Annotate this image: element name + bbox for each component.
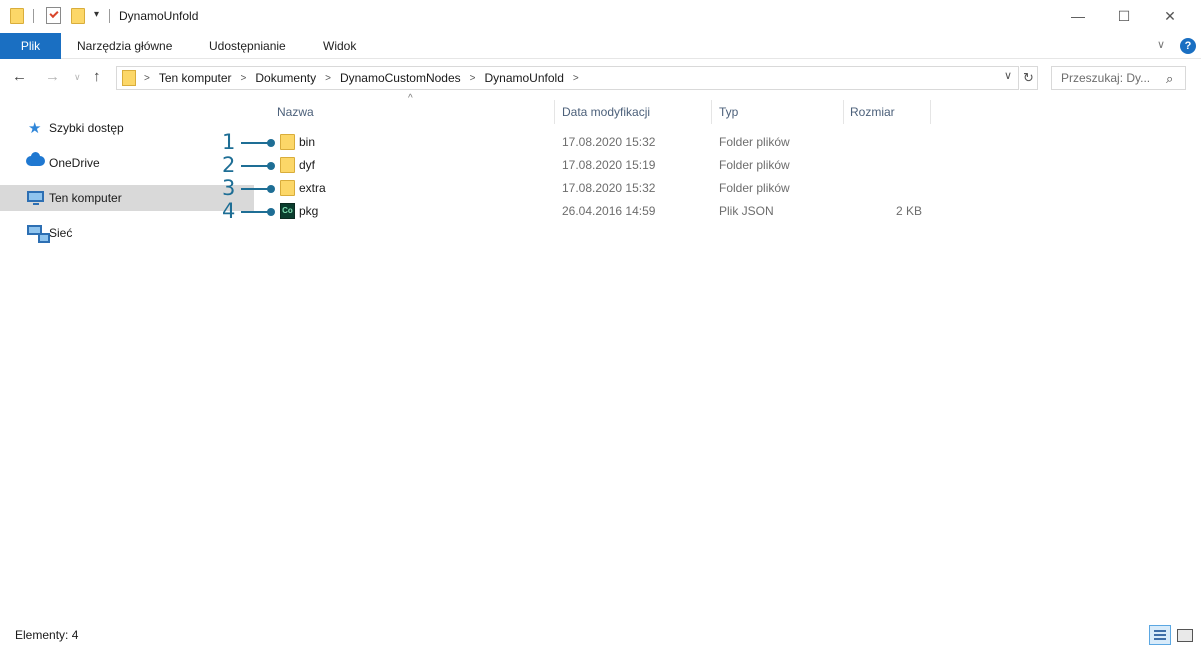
- column-header-type[interactable]: Typ: [719, 100, 738, 124]
- sort-up-icon: ^: [408, 93, 413, 104]
- file-name: bin: [299, 135, 316, 149]
- nav-item-label: Ten komputer: [49, 191, 122, 205]
- separator: [33, 9, 34, 23]
- column-divider[interactable]: [843, 100, 844, 124]
- file-type: Folder plików: [719, 181, 790, 195]
- back-arrow-icon[interactable]: ←: [12, 68, 27, 85]
- cloud-icon: [26, 152, 45, 166]
- nav-item-this-pc[interactable]: Ten komputer: [0, 185, 254, 211]
- file-type: Plik JSON: [719, 204, 774, 218]
- file-list: Nazwa ^ Data modyfikacji Typ Rozmiar bin…: [256, 93, 1201, 618]
- callout-number: 3: [222, 176, 236, 200]
- nav-item-label: OneDrive: [49, 156, 100, 170]
- window-title: DynamoUnfold: [119, 9, 199, 23]
- network-icon: [27, 225, 50, 243]
- column-header-name[interactable]: Nazwa: [277, 100, 314, 124]
- computer-icon: [27, 191, 44, 205]
- folder-icon: [10, 8, 24, 24]
- file-type: Folder plików: [719, 135, 790, 149]
- chevron-right-icon[interactable]: >: [144, 73, 150, 84]
- minimize-button[interactable]: —: [1055, 0, 1101, 32]
- refresh-icon[interactable]: ↻: [1020, 66, 1038, 90]
- tab-share[interactable]: Udostępnianie: [209, 33, 286, 59]
- folder-icon: [280, 134, 295, 150]
- navigation-pane: ★ Szybki dostęp OneDrive Ten komputer Si…: [0, 100, 256, 618]
- breadcrumb-item[interactable]: Ten komputer: [159, 71, 232, 85]
- folder-icon: [280, 180, 295, 196]
- nav-item-label: Sieć: [49, 226, 73, 240]
- file-date: 17.08.2020 15:19: [562, 158, 656, 172]
- search-input[interactable]: Przeszukaj: Dy...: [1061, 71, 1150, 85]
- file-name: pkg: [299, 204, 319, 218]
- details-view-icon[interactable]: [1149, 625, 1171, 645]
- column-divider[interactable]: [930, 100, 931, 124]
- tab-home[interactable]: Narzędzia główne: [77, 33, 172, 59]
- breadcrumb-item[interactable]: DynamoUnfold: [485, 71, 564, 85]
- folder-icon: [280, 157, 295, 173]
- column-header-size[interactable]: Rozmiar: [850, 100, 895, 124]
- chevron-down-icon[interactable]: ∨: [1004, 69, 1012, 82]
- file-type: Folder plików: [719, 158, 790, 172]
- chevron-down-icon[interactable]: ∨: [1157, 38, 1165, 51]
- json-file-icon: Co: [280, 203, 295, 219]
- separator: [109, 9, 110, 23]
- nav-item-onedrive[interactable]: OneDrive: [0, 150, 254, 176]
- file-date: 26.04.2016 14:59: [562, 204, 656, 218]
- item-count: Elementy: 4: [15, 628, 79, 642]
- recent-locations-icon[interactable]: ∨: [74, 72, 81, 83]
- tab-file[interactable]: Plik: [0, 33, 61, 59]
- up-arrow-icon[interactable]: ↑: [93, 68, 101, 85]
- new-folder-icon[interactable]: [71, 8, 85, 24]
- table-row[interactable]: bin 17.08.2020 15:32 Folder plików: [276, 131, 936, 154]
- large-icons-view-icon[interactable]: [1174, 625, 1196, 645]
- file-size: 2 KB: [895, 204, 922, 218]
- callout-number: 2: [222, 153, 236, 177]
- breadcrumb: > Ten komputer > Dokumenty > DynamoCusto…: [144, 71, 588, 85]
- file-date: 17.08.2020 15:32: [562, 135, 656, 149]
- table-row[interactable]: dyf 17.08.2020 15:19 Folder plików: [276, 154, 936, 177]
- folder-icon: [122, 70, 136, 86]
- chevron-right-icon[interactable]: >: [470, 73, 476, 84]
- callout-number: 1: [222, 130, 236, 154]
- file-name: extra: [299, 181, 326, 195]
- address-bar[interactable]: > Ten komputer > Dokumenty > DynamoCusto…: [116, 66, 1019, 90]
- breadcrumb-item[interactable]: DynamoCustomNodes: [340, 71, 461, 85]
- status-bar: Elementy: 4: [0, 622, 1201, 648]
- column-divider[interactable]: [711, 100, 712, 124]
- callout-number: 4: [222, 199, 236, 223]
- table-row[interactable]: Co pkg 26.04.2016 14:59 Plik JSON 2 KB: [276, 200, 936, 223]
- tab-view[interactable]: Widok: [323, 33, 356, 59]
- close-button[interactable]: ✕: [1147, 0, 1193, 32]
- chevron-right-icon[interactable]: >: [325, 73, 331, 84]
- file-name: dyf: [299, 158, 316, 172]
- column-divider[interactable]: [554, 100, 555, 124]
- forward-arrow-icon[interactable]: →: [45, 68, 60, 85]
- column-header-date[interactable]: Data modyfikacji: [562, 100, 650, 124]
- chevron-right-icon[interactable]: >: [241, 73, 247, 84]
- maximize-button[interactable]: ☐: [1101, 0, 1147, 32]
- search-icon[interactable]: ⌕: [1166, 71, 1173, 87]
- chevron-right-icon[interactable]: >: [573, 73, 579, 84]
- ribbon: Plik Narzędzia główne Udostępnianie Wido…: [0, 33, 1201, 59]
- file-date: 17.08.2020 15:32: [562, 181, 656, 195]
- nav-item-network[interactable]: Sieć: [0, 220, 254, 246]
- table-row[interactable]: extra 17.08.2020 15:32 Folder plików: [276, 177, 936, 200]
- title-bar: ▾ DynamoUnfold — ☐ ✕: [0, 0, 1201, 33]
- breadcrumb-item[interactable]: Dokumenty: [255, 71, 316, 85]
- customize-toolbar-icon[interactable]: ▾: [94, 9, 99, 20]
- search-box[interactable]: Przeszukaj: Dy... ⌕: [1051, 66, 1186, 90]
- properties-icon[interactable]: [46, 7, 61, 24]
- help-icon[interactable]: ?: [1180, 38, 1196, 54]
- nav-item-quick-access[interactable]: ★ Szybki dostęp: [0, 115, 254, 141]
- star-icon: ★: [28, 120, 42, 137]
- nav-item-label: Szybki dostęp: [49, 121, 124, 135]
